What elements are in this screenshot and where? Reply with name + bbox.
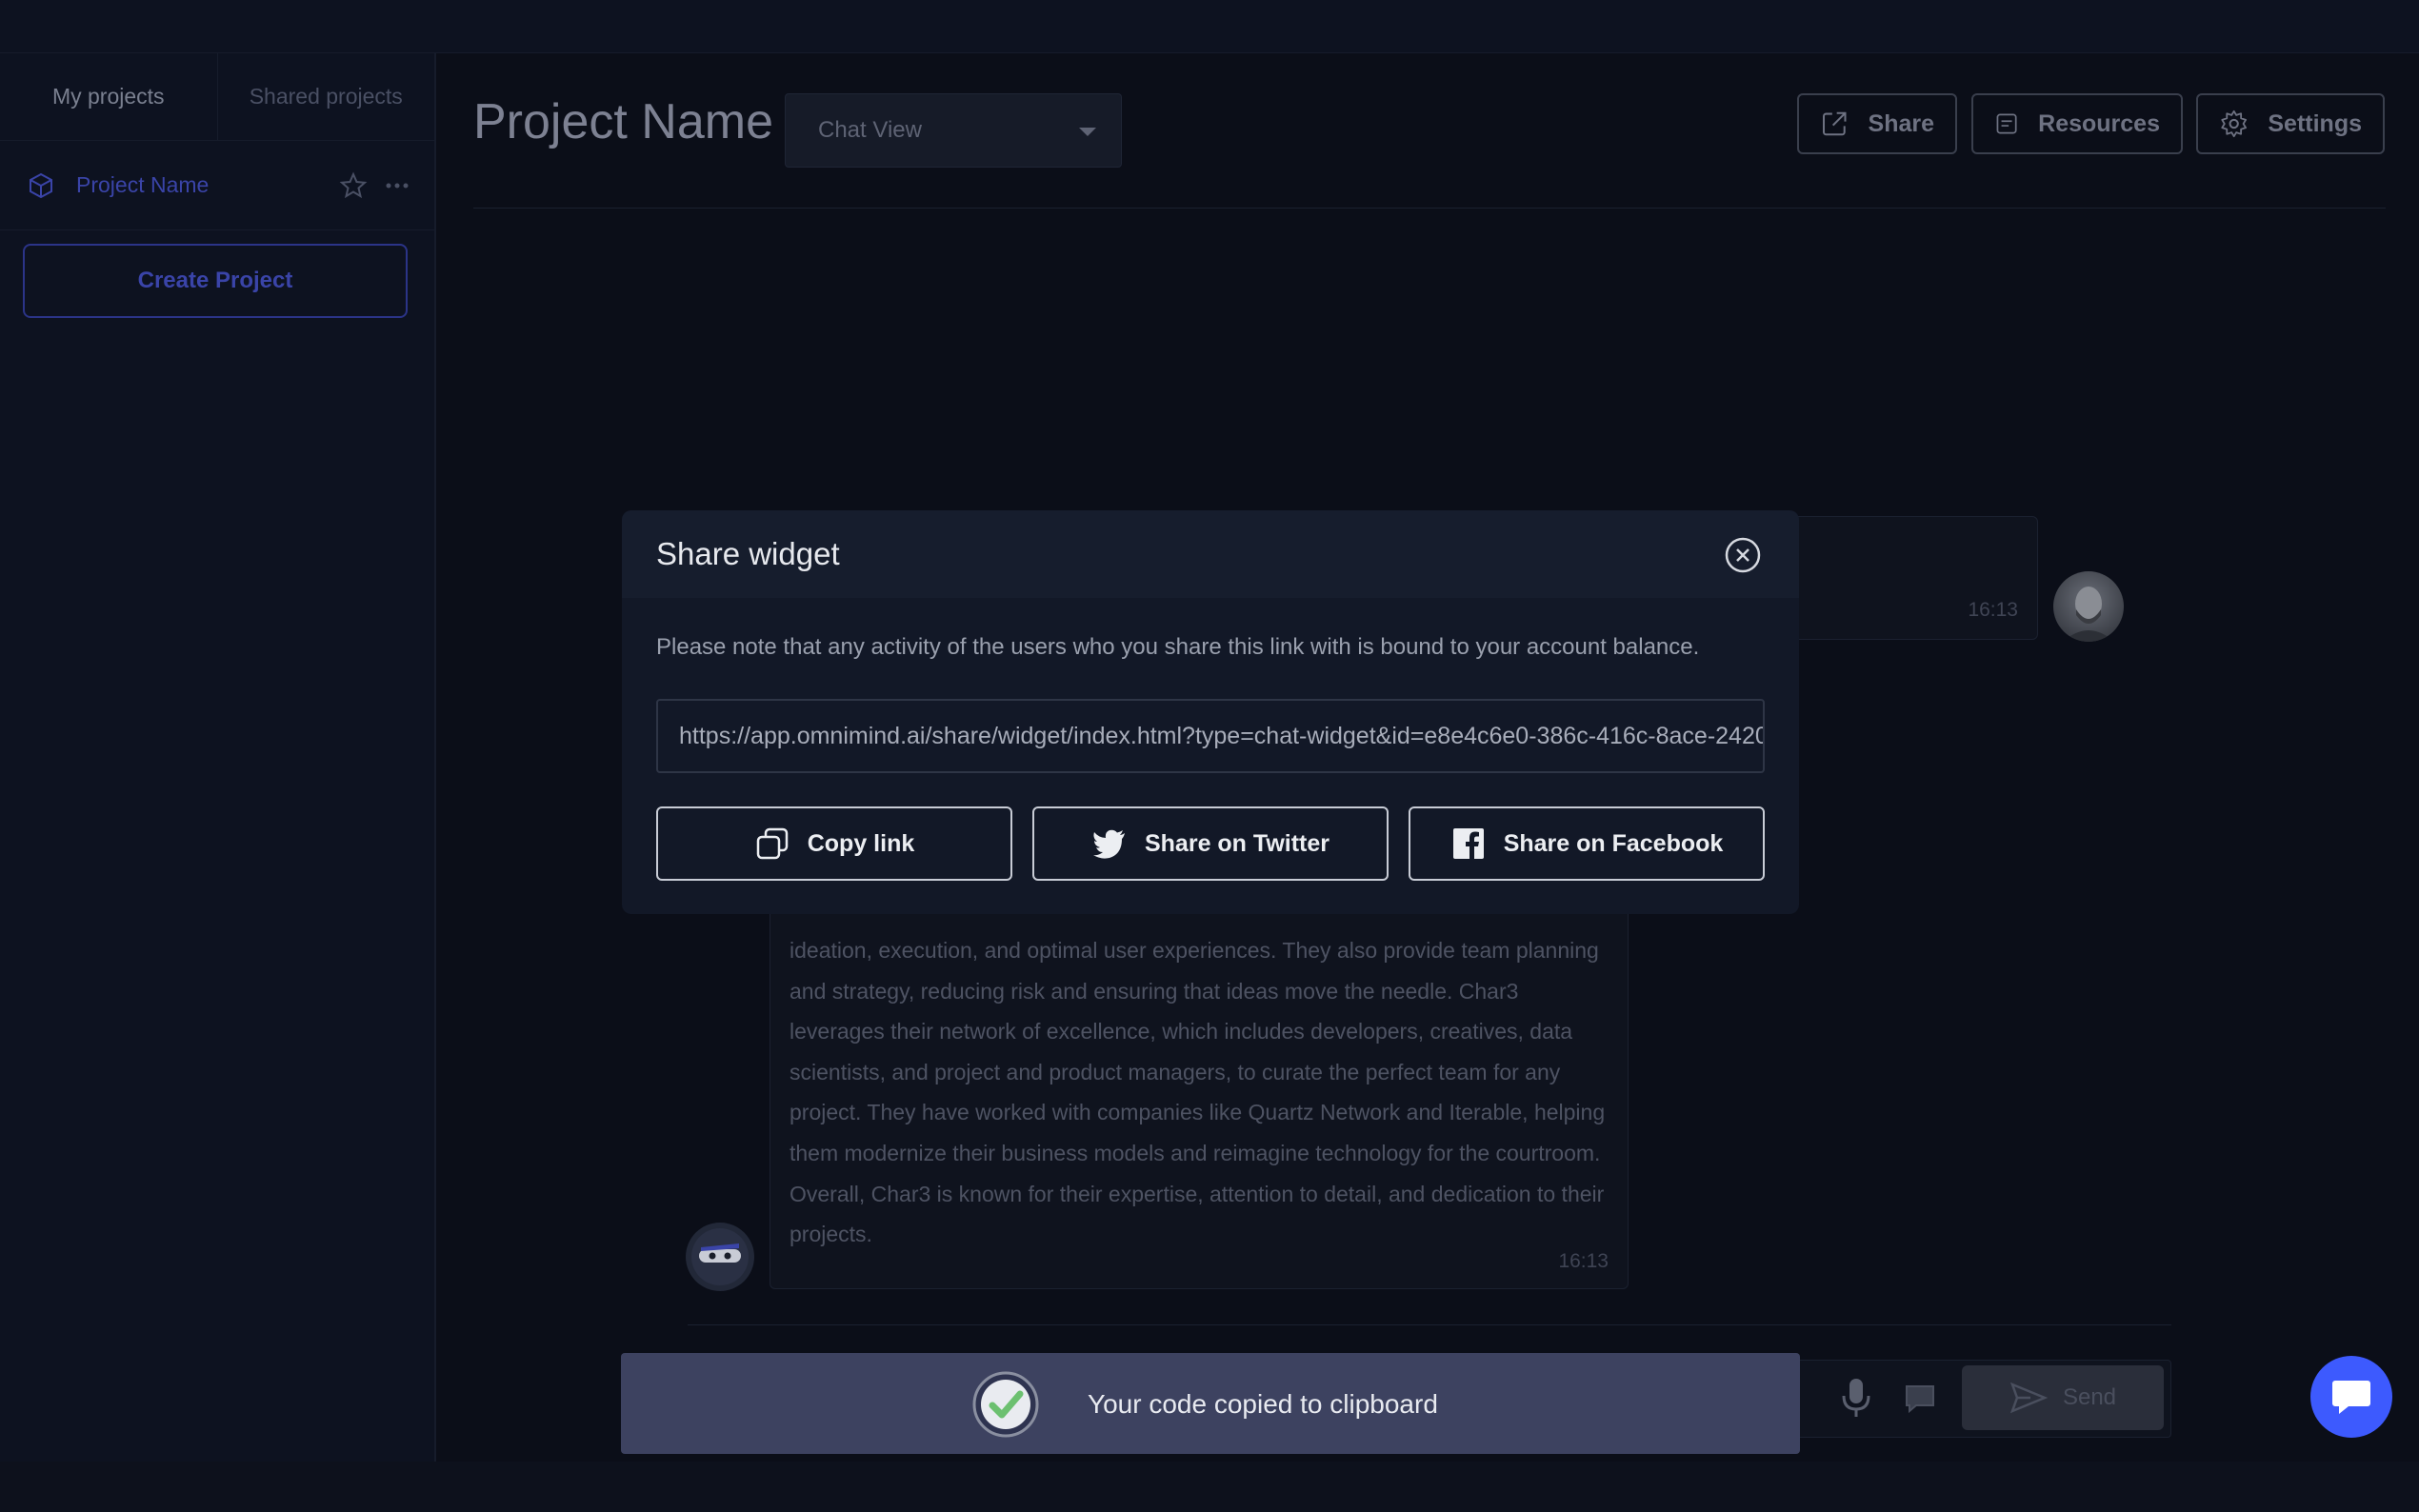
resources-icon	[1996, 113, 2017, 134]
copy-link-button[interactable]: Copy link	[656, 806, 1012, 881]
facebook-icon	[1452, 828, 1484, 859]
app-window: My projects Shared projects Project Name…	[0, 0, 2419, 1512]
resources-button-label: Resources	[2038, 109, 2160, 137]
copy-link-label: Copy link	[807, 829, 915, 857]
tab-shared-projects[interactable]: Shared projects	[218, 53, 435, 140]
bot-message-text: ideation, execution, and optimal user ex…	[790, 938, 1606, 1247]
page-title: Project Name	[473, 94, 773, 149]
share-facebook-button[interactable]: Share on Facebook	[1409, 806, 1765, 881]
share-url-field[interactable]: https://app.omnimind.ai/share/widget/ind…	[656, 699, 1765, 773]
toast-message: Your code copied to clipboard	[1088, 1389, 1438, 1419]
bot-message-time: 16:13	[1558, 1250, 1609, 1272]
twitter-icon	[1092, 829, 1125, 859]
header-divider	[473, 208, 2386, 209]
tab-my-projects[interactable]: My projects	[0, 53, 218, 140]
microphone-icon[interactable]	[1840, 1377, 1872, 1419]
send-icon	[2009, 1382, 2048, 1414]
project-name-label: Project Name	[76, 172, 210, 197]
view-select-value: Chat View	[818, 117, 922, 143]
sidebar: My projects Shared projects Project Name…	[0, 53, 436, 1462]
dialog-note: Please note that any activity of the use…	[656, 634, 1700, 660]
send-button-label: Send	[2062, 1384, 2117, 1410]
user-avatar-image	[2063, 587, 2114, 642]
user-message: 16:13	[1790, 516, 2038, 640]
copy-icon	[756, 827, 788, 860]
check-icon	[972, 1371, 1039, 1438]
user-message-time: 16:13	[1968, 599, 2018, 621]
chat-divider	[688, 1324, 2171, 1325]
settings-button[interactable]: Settings	[2196, 93, 2385, 154]
dialog-header: Share widget	[622, 510, 1799, 598]
view-select[interactable]: Chat View	[785, 93, 1122, 168]
create-project-button[interactable]: Create Project	[23, 244, 408, 318]
star-icon[interactable]	[339, 171, 368, 200]
share-button[interactable]: Share	[1797, 93, 1957, 154]
avatar	[686, 1223, 754, 1291]
sidebar-tabs: My projects Shared projects	[0, 53, 434, 141]
clipboard-toast: Your code copied to clipboard	[621, 1353, 1800, 1454]
top-bar	[0, 0, 2419, 53]
bottom-bar	[0, 1462, 2419, 1512]
share-button-label: Share	[1868, 109, 1934, 137]
send-button[interactable]: Send	[1962, 1365, 2164, 1430]
ninja-avatar-icon	[691, 1228, 749, 1285]
chevron-down-icon	[1079, 128, 1096, 136]
support-chat-button[interactable]	[2310, 1356, 2392, 1438]
chat-bubble-icon[interactable]	[1901, 1379, 1939, 1417]
share-facebook-label: Share on Facebook	[1503, 829, 1724, 857]
resources-button[interactable]: Resources	[1971, 93, 2183, 154]
close-icon[interactable]	[1724, 536, 1762, 574]
bot-message: ideation, execution, and optimal user ex…	[770, 895, 1629, 1289]
sidebar-item-project[interactable]: Project Name	[0, 141, 434, 230]
settings-button-label: Settings	[2268, 109, 2362, 137]
dialog-title: Share widget	[656, 536, 840, 571]
gear-icon	[2221, 109, 2247, 138]
share-icon	[1823, 111, 1847, 136]
share-twitter-button[interactable]: Share on Twitter	[1032, 806, 1389, 881]
avatar	[2053, 571, 2124, 642]
chat-icon	[2332, 1381, 2370, 1414]
share-twitter-label: Share on Twitter	[1144, 829, 1329, 857]
share-widget-dialog: Share widget Please note that any activi…	[622, 510, 1799, 914]
more-options-icon[interactable]	[383, 171, 411, 200]
cube-icon	[30, 172, 52, 198]
